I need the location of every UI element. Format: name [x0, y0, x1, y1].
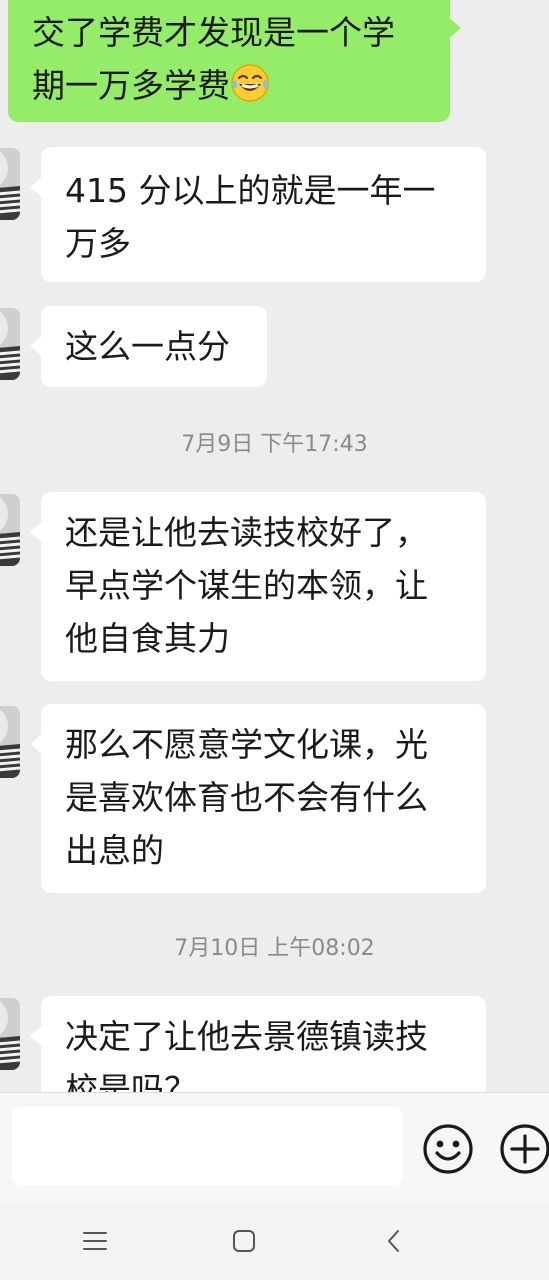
my-message-bubble[interactable]: 交了学费才发现是一个学 期一万多学费 — [8, 0, 461, 122]
contact-avatar[interactable] — [0, 706, 20, 778]
emoji-icon[interactable] — [422, 1123, 474, 1175]
message-timestamp: 7月10日 上午08:02 — [174, 936, 375, 961]
message-text-line: 那么不愿意学文化课，光 — [65, 725, 428, 764]
message-text-line: 校是吗？ — [65, 1070, 197, 1092]
message-text-line: 是喜欢体育也不会有什么 — [65, 778, 428, 817]
chat-area[interactable]: 交了学费才发现是一个学 期一万多学费 415 分以上的就是一年一 万多 这么一点… — [0, 0, 549, 1092]
menu-icon[interactable] — [80, 1226, 110, 1256]
contact-message-bubble[interactable]: 那么不愿意学文化课，光 是喜欢体育也不会有什么 出息的 — [30, 704, 486, 893]
contact-message-bubble[interactable]: 这么一点分 — [30, 306, 267, 387]
back-icon[interactable] — [379, 1226, 409, 1256]
contact-avatar[interactable] — [0, 308, 20, 380]
tears-of-joy-emoji-icon — [231, 64, 269, 102]
input-bar — [0, 1092, 549, 1203]
contact-avatar[interactable] — [0, 148, 20, 220]
message-input[interactable] — [12, 1107, 403, 1185]
message-timestamp: 7月9日 下午17:43 — [181, 432, 368, 457]
message-text-line: 415 分以上的就是一年一 — [65, 171, 436, 210]
contact-message-bubble[interactable]: 还是让他去读技校好了， 早点学个谋生的本领，让 他自食其力 — [30, 492, 486, 681]
message-text-line: 出息的 — [65, 831, 164, 870]
contact-message-bubble[interactable]: 415 分以上的就是一年一 万多 — [30, 147, 486, 282]
contact-avatar[interactable] — [0, 998, 20, 1070]
message-text-line: 早点学个谋生的本领，让 — [65, 566, 428, 605]
message-text-line: 他自食其力 — [65, 619, 230, 658]
message-text: 期一万多学费 — [32, 66, 230, 105]
home-icon[interactable] — [229, 1226, 259, 1256]
message-text-line: 还是让他去读技校好了， — [65, 513, 428, 552]
message-text-line: 期一万多学费 — [32, 59, 450, 112]
message-text-line: 这么一点分 — [65, 327, 230, 366]
contact-avatar[interactable] — [0, 494, 20, 566]
system-nav-bar — [0, 1202, 549, 1280]
message-text-line: 交了学费才发现是一个学 — [32, 13, 395, 52]
plus-icon[interactable] — [499, 1123, 549, 1175]
contact-message-bubble[interactable]: 决定了让他去景德镇读技 校是吗？ — [30, 996, 486, 1092]
message-text-line: 决定了让他去景德镇读技 — [65, 1017, 428, 1056]
message-text-line: 万多 — [65, 224, 131, 263]
